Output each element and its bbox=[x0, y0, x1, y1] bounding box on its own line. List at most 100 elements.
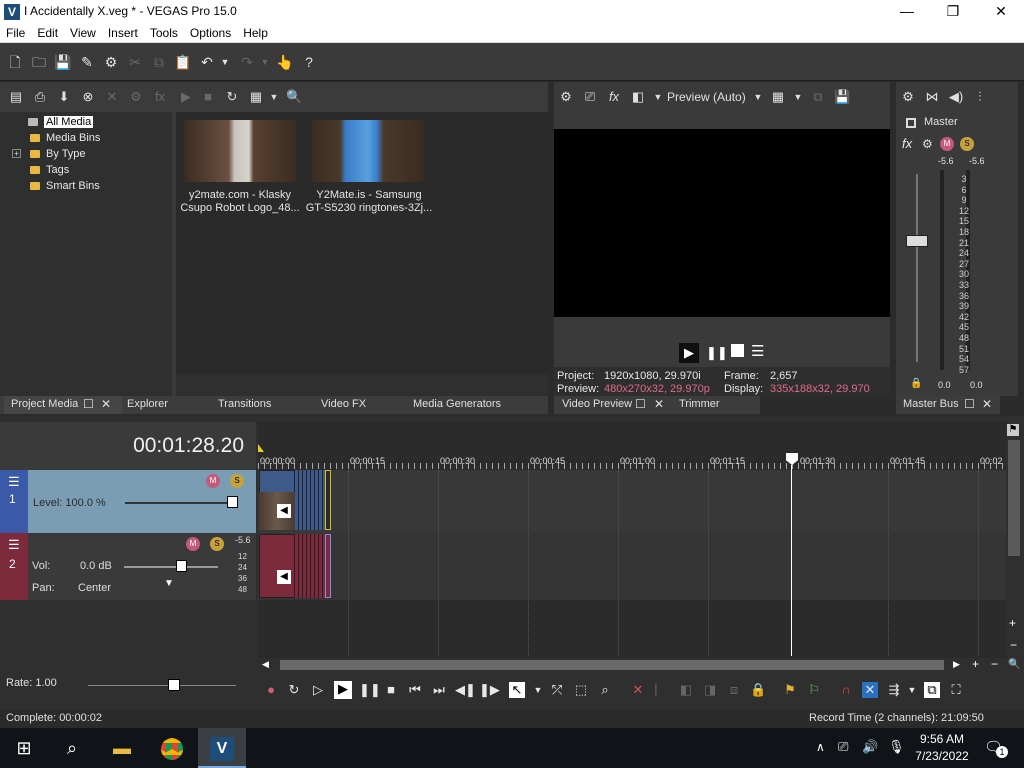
h-zoom-in-icon[interactable]: + bbox=[972, 657, 979, 671]
video-clip-events[interactable] bbox=[295, 470, 325, 530]
selection-tool-icon[interactable]: ⬚ bbox=[573, 682, 589, 698]
trim-start-icon[interactable]: ◧ bbox=[678, 682, 694, 698]
media-properties-icon[interactable]: ⚙ bbox=[128, 89, 144, 105]
ignore-grouping-icon[interactable]: ⛶ bbox=[948, 682, 964, 698]
dim-output-icon[interactable]: ◀) bbox=[948, 89, 964, 105]
preview-quality-select[interactable]: Preview (Auto) bbox=[667, 90, 746, 104]
envelope-tool-icon[interactable]: ⤱ bbox=[549, 682, 565, 698]
show-hidden-icons-icon[interactable]: ∧ bbox=[816, 740, 825, 754]
redo-dropdown-icon[interactable]: ▼ bbox=[256, 53, 274, 71]
zoom-out-icon[interactable]: − bbox=[1010, 638, 1017, 652]
bus-settings-icon[interactable]: ⚙ bbox=[922, 137, 933, 151]
tab-master-bus[interactable]: Master Bus bbox=[903, 398, 959, 410]
zoom-in-icon[interactable]: + bbox=[1009, 616, 1016, 630]
split-dropdown-icon[interactable]: ▼ bbox=[650, 89, 666, 105]
master-fader-handle[interactable] bbox=[906, 235, 928, 247]
zoom-tool-icon[interactable]: 🔍 bbox=[1008, 659, 1020, 670]
mute-icon[interactable]: M bbox=[186, 537, 200, 551]
solo-icon[interactable]: S bbox=[960, 137, 974, 151]
chrome-icon[interactable] bbox=[148, 728, 196, 768]
solo-icon[interactable]: S bbox=[230, 474, 244, 488]
clock-date[interactable]: 7/23/2022 bbox=[911, 749, 973, 763]
gear-icon[interactable]: ⚙ bbox=[102, 53, 120, 71]
lock-envelopes-icon[interactable]: ⧉ bbox=[924, 682, 940, 698]
edit-tool-dropdown-icon[interactable]: ▼ bbox=[530, 682, 546, 698]
network-icon[interactable]: ⎚ bbox=[838, 739, 848, 755]
auto-preview-icon[interactable]: ↻ bbox=[224, 89, 240, 105]
media-fx-icon[interactable]: fx bbox=[152, 89, 168, 105]
new-file-icon[interactable]: 🗋 bbox=[6, 53, 24, 71]
tab-close-icon[interactable]: ✕ bbox=[982, 397, 992, 411]
microphone-icon[interactable]: 🎙 bbox=[888, 739, 905, 755]
loop-icon[interactable]: ↻ bbox=[286, 682, 302, 698]
tab-close-icon[interactable]: ✕ bbox=[654, 397, 664, 411]
solo-icon[interactable]: S bbox=[210, 537, 224, 551]
track-menu-icon[interactable]: ☰ bbox=[8, 537, 20, 553]
h-zoom-out-icon[interactable]: − bbox=[991, 657, 998, 671]
maximize-button[interactable]: ❐ bbox=[930, 0, 976, 23]
selected-audio-event[interactable] bbox=[325, 534, 331, 598]
tree-item-all-media[interactable]: All Media bbox=[28, 114, 94, 130]
views-icon[interactable]: ▦ bbox=[248, 89, 264, 105]
preview-quality-dropdown-icon[interactable]: ▼ bbox=[750, 89, 766, 105]
lock-icon[interactable]: 🔒 bbox=[750, 682, 766, 698]
get-media-web-icon[interactable]: ⬇ bbox=[56, 89, 72, 105]
cut-icon[interactable]: ✂ bbox=[126, 53, 144, 71]
windows-start-icon[interactable]: ⊞ bbox=[0, 728, 48, 768]
tab-video-fx[interactable]: Video FX bbox=[321, 398, 366, 410]
play-from-start-icon[interactable]: ▷ bbox=[310, 682, 326, 698]
tree-item-by-type[interactable]: By Type bbox=[30, 146, 86, 162]
transition-icon[interactable]: ◀ bbox=[277, 570, 291, 584]
go-to-end-icon[interactable]: ⏭ bbox=[431, 682, 447, 698]
play-preview-icon[interactable]: ▶ bbox=[178, 89, 194, 105]
whats-this-icon[interactable]: ? bbox=[300, 53, 318, 71]
menu-file[interactable]: File bbox=[0, 23, 31, 40]
menu-help[interactable]: Help bbox=[237, 23, 274, 40]
undo-dropdown-icon[interactable]: ▼ bbox=[216, 53, 234, 71]
preview-properties-icon[interactable]: ⚙ bbox=[558, 89, 574, 105]
faders-icon[interactable]: ⫶ bbox=[972, 89, 988, 105]
track-menu-icon[interactable]: ☰ bbox=[8, 474, 20, 490]
search-icon[interactable]: 🔍 bbox=[286, 89, 302, 105]
delete-icon[interactable]: ✕ bbox=[630, 682, 646, 698]
pan-slider-handle[interactable]: ▼ bbox=[164, 578, 174, 589]
save-icon[interactable]: 💾 bbox=[54, 53, 72, 71]
vegas-taskbar-icon[interactable]: V bbox=[198, 728, 246, 768]
import-media-icon[interactable]: ▤ bbox=[8, 89, 24, 105]
trim-end-icon[interactable]: ◨ bbox=[702, 682, 718, 698]
scroll-right-icon[interactable]: ▶ bbox=[953, 659, 960, 670]
level-slider-handle[interactable] bbox=[227, 496, 238, 508]
device-icon[interactable]: ⎚ bbox=[582, 89, 598, 105]
audio-clip-events[interactable] bbox=[295, 534, 325, 598]
ripple-dropdown-icon[interactable]: ▼ bbox=[904, 682, 920, 698]
play-icon[interactable]: ▶ bbox=[334, 681, 352, 699]
marker-icon[interactable]: ⚑ bbox=[782, 682, 798, 698]
capture-icon[interactable]: ⎙ bbox=[32, 89, 48, 105]
previous-frame-icon[interactable]: ◀❚ bbox=[455, 682, 476, 698]
selected-video-event[interactable] bbox=[325, 470, 331, 530]
copy-icon[interactable]: ⧉ bbox=[150, 53, 168, 71]
scroll-thumb[interactable] bbox=[1008, 440, 1020, 556]
pointer-help-icon[interactable]: 👆 bbox=[276, 53, 294, 71]
mixer-properties-icon[interactable]: ⚙ bbox=[900, 89, 916, 105]
tab-undock-icon[interactable]: ☐ bbox=[83, 397, 94, 411]
tab-trimmer[interactable]: Trimmer bbox=[679, 398, 720, 410]
tab-project-media-label[interactable]: Project Media bbox=[11, 398, 78, 410]
vol-slider-handle[interactable] bbox=[176, 560, 187, 572]
copy-snapshot-icon[interactable]: ⧉ bbox=[810, 89, 826, 105]
region-icon[interactable]: ⚐ bbox=[806, 682, 822, 698]
master-fx-icon[interactable]: fx bbox=[902, 136, 912, 151]
stop-icon[interactable] bbox=[731, 344, 744, 357]
tab-media-generators[interactable]: Media Generators bbox=[413, 398, 501, 410]
video-fx-icon[interactable]: fx bbox=[606, 89, 622, 105]
views-dropdown-icon[interactable]: ▼ bbox=[266, 89, 282, 105]
mute-icon[interactable]: M bbox=[940, 137, 954, 151]
tab-video-preview[interactable]: Video Preview bbox=[562, 398, 632, 410]
play-icon[interactable]: ▶ bbox=[679, 343, 699, 363]
pause-icon[interactable]: ❚❚ bbox=[359, 682, 381, 698]
overlays-icon[interactable]: ▦ bbox=[770, 89, 786, 105]
next-frame-icon[interactable]: ❚▶ bbox=[479, 682, 500, 698]
tree-item-media-bins[interactable]: Media Bins bbox=[30, 130, 100, 146]
tab-undock-icon[interactable]: ☐ bbox=[964, 397, 975, 411]
expand-icon[interactable]: + bbox=[12, 149, 21, 158]
